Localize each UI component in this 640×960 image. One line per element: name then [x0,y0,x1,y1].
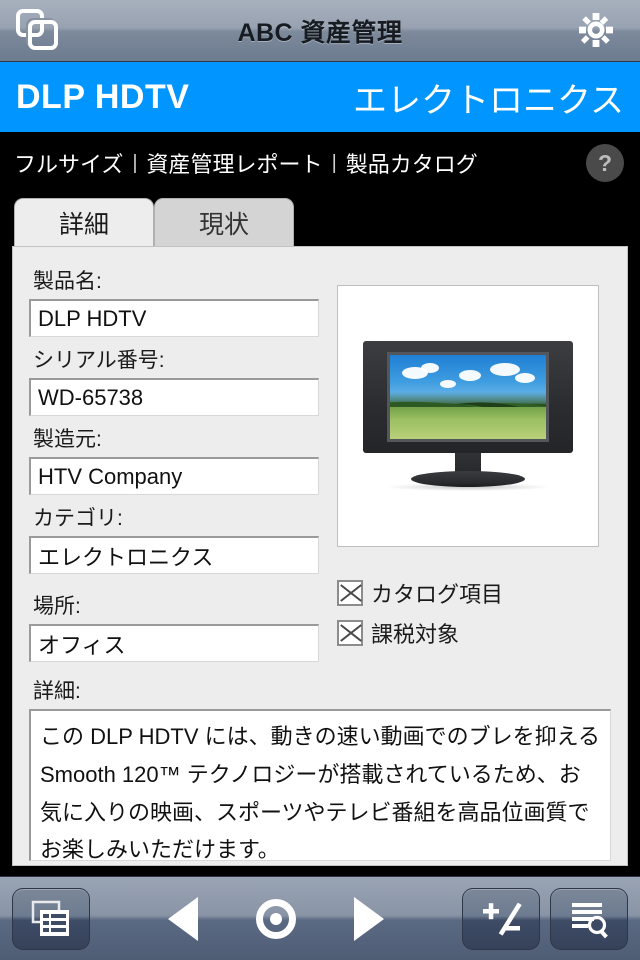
hdtv-illustration [363,341,573,491]
find-button[interactable] [550,887,628,950]
checkbox-checked-icon[interactable] [337,620,363,646]
description-section: 詳細: この DLP HDTV には、動きの速い動画でのブレを抑える Smoot… [29,675,611,862]
product-name-heading: DLP HDTV [16,77,190,116]
breadcrumb-item-report[interactable]: 資産管理レポート [147,147,323,179]
panel-columns: 製品名: DLP HDTV シリアル番号: WD-65738 製造元: HTV … [29,261,611,669]
location-input[interactable]: オフィス [29,624,319,662]
product-header: DLP HDTV エレクトロニクス [0,62,640,132]
manufacturer-label: 製造元: [33,428,102,451]
page-title: ABC 資産管理 [237,18,403,47]
fields-column: 製品名: DLP HDTV シリアル番号: WD-65738 製造元: HTV … [29,261,319,669]
location-label: 場所: [33,595,81,618]
details-panel: 製品名: DLP HDTV シリアル番号: WD-65738 製造元: HTV … [12,246,628,866]
gear-icon [579,13,613,47]
breadcrumb-bar: フルサイズ | 資産管理レポート | 製品カタログ ? [0,132,640,194]
checkbox-label-taxable: 課税対象 [371,622,460,647]
top-app-bar: ABC 資産管理 [0,0,640,62]
previous-button[interactable] [168,896,198,941]
checkbox-row-catalog-item[interactable]: カタログ項目 [337,577,611,609]
serial-number-input[interactable]: WD-65738 [29,378,319,416]
settings-button[interactable] [574,8,626,54]
description-label: 詳細: [33,680,81,703]
product-category-heading: エレクトロニクス [353,81,624,120]
breadcrumb-item-catalog[interactable]: 製品カタログ [346,147,478,179]
tab-status[interactable]: 現状 [154,198,294,246]
product-name-label: 製品名: [33,270,102,293]
product-image [337,285,599,547]
tab-details-label: 詳細 [58,210,109,239]
breadcrumb-item-fullsize[interactable]: フルサイズ [14,147,123,179]
tab-details[interactable]: 詳細 [14,198,154,246]
category-input[interactable]: エレクトロニクス [29,536,319,574]
list-search-icon [572,902,608,938]
screen-cloud [489,362,520,376]
tv-screen [387,352,549,442]
breadcrumb: フルサイズ | 資産管理レポート | 製品カタログ [14,147,478,179]
product-name-input[interactable]: DLP HDTV [29,299,319,337]
app-window: ABC 資産管理 DLP HDTV エレクトロニクス フルサイズ | 資産管理レ… [0,0,640,960]
report-list-icon [31,900,69,936]
tab-status-label: 現状 [198,210,249,239]
checkbox-checked-icon[interactable] [337,580,363,606]
triangle-right-icon [354,896,384,941]
checkbox-row-taxable[interactable]: 課税対象 [337,617,611,649]
tab-bar: 詳細 現状 [0,194,640,246]
record-button[interactable] [256,898,296,939]
ring-circle-icon [256,898,296,939]
breadcrumb-separator: | [331,151,337,174]
description-textarea[interactable]: この DLP HDTV には、動きの速い動画でのブレを抑える Smooth 12… [29,709,611,862]
help-icon: ? [597,149,613,176]
checkbox-group: カタログ項目 課税対象 [337,577,611,649]
report-list-button[interactable] [12,887,90,950]
navigation-controls [90,896,462,941]
next-button[interactable] [354,896,384,941]
help-button[interactable]: ? [586,144,624,182]
category-label: カテゴリ: [33,507,123,530]
bottom-toolbar [0,876,640,960]
add-remove-button[interactable] [462,887,540,950]
screen-cloud [458,370,481,382]
screen-grass-field [390,407,546,439]
serial-number-label: シリアル番号: [33,349,165,372]
breadcrumb-separator: | [132,151,138,174]
media-column: カタログ項目 課税対象 [337,261,611,669]
checkbox-label-catalog-item: カタログ項目 [371,582,504,607]
triangle-left-icon [168,896,198,941]
tv-shadow [385,483,551,491]
manufacturer-input[interactable]: HTV Company [29,457,319,495]
plus-minus-icon [483,902,522,936]
